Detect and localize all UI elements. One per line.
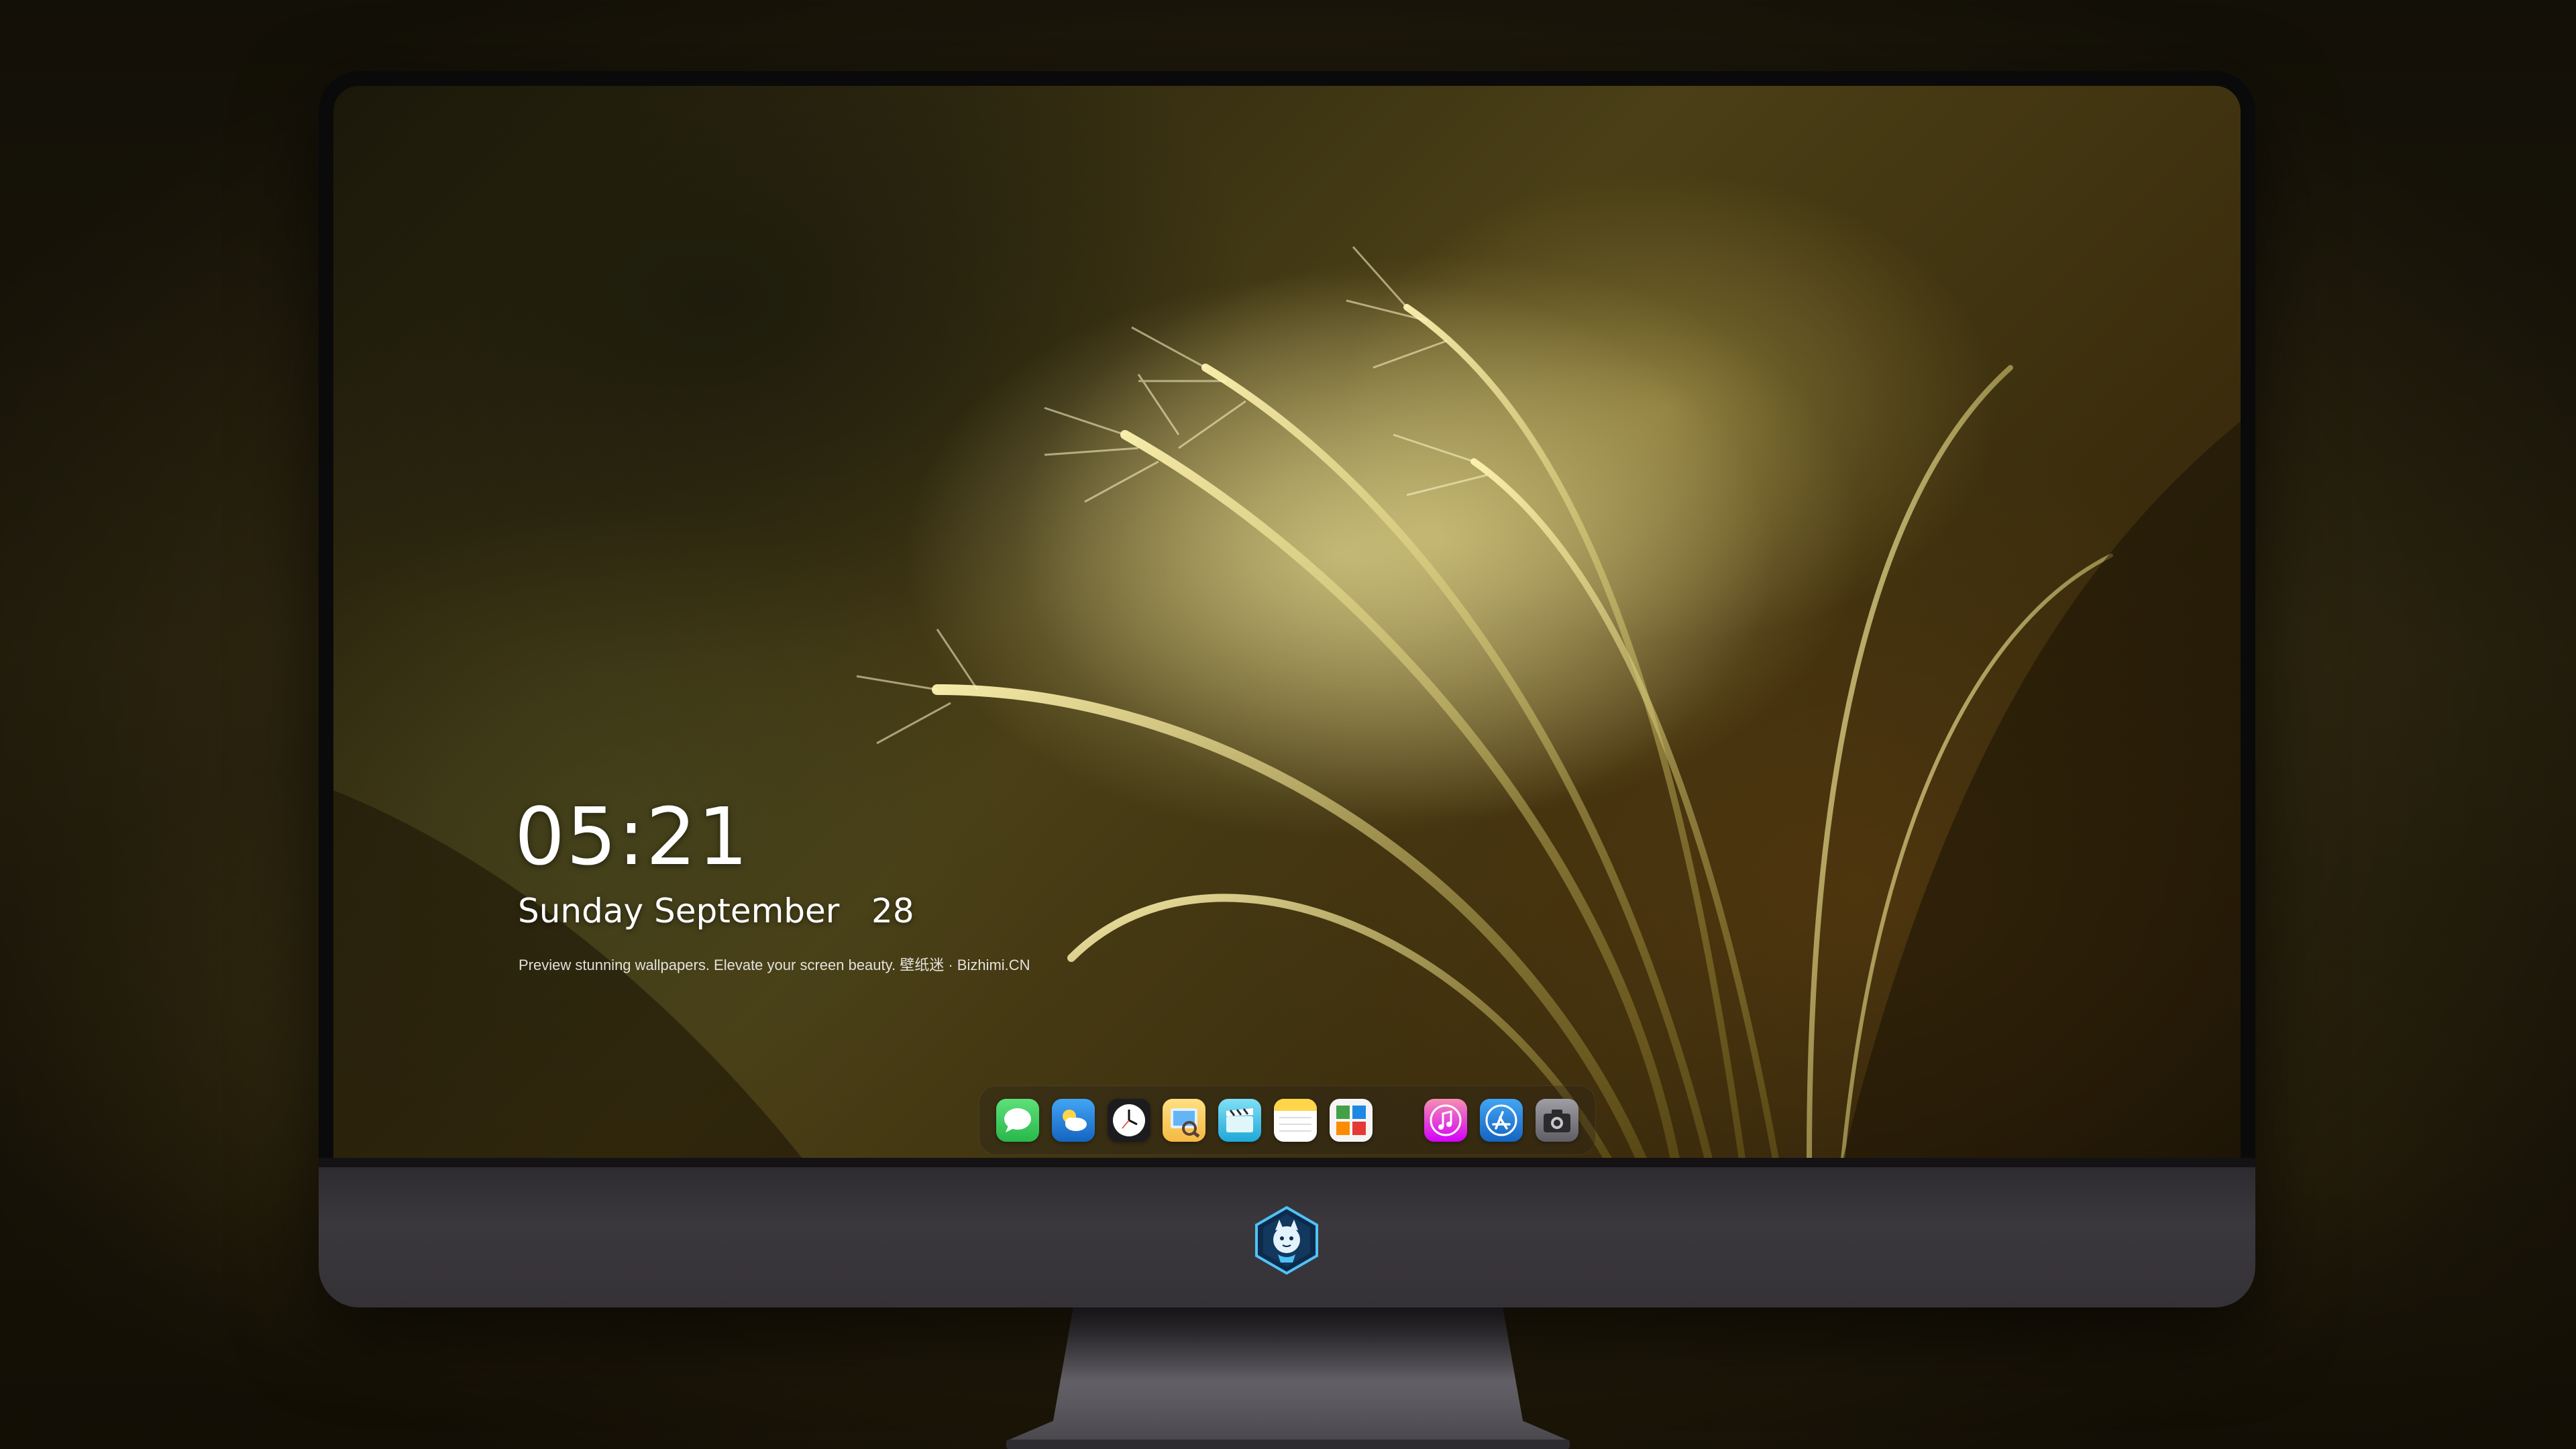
dock-separator xyxy=(1385,1099,1412,1142)
monitor-stand xyxy=(1006,1307,1570,1449)
lock-date: Sunday September 28 xyxy=(518,892,914,930)
app-store-icon[interactable] xyxy=(1480,1099,1523,1142)
desktop-background: 05:21 Sunday September 28 Preview stunni… xyxy=(0,0,2576,1449)
monitor: 05:21 Sunday September 28 Preview stunni… xyxy=(319,71,2255,1307)
lock-clock: 05:21 xyxy=(515,790,750,883)
notes-icon[interactable] xyxy=(1273,1099,1317,1142)
messages-icon[interactable] xyxy=(996,1099,1039,1142)
weather-icon[interactable] xyxy=(1051,1099,1095,1142)
clock-icon[interactable] xyxy=(1107,1099,1150,1142)
photo-booth-icon[interactable] xyxy=(1329,1099,1373,1142)
music-icon[interactable] xyxy=(1424,1099,1468,1142)
wheat-wallpaper xyxy=(333,246,2241,1159)
clips-icon[interactable] xyxy=(1218,1099,1262,1142)
camera-icon[interactable] xyxy=(1535,1099,1578,1142)
wallpaper-tagline: Preview stunning wallpapers. Elevate you… xyxy=(519,957,1030,973)
preview-icon[interactable] xyxy=(1163,1099,1206,1142)
dock xyxy=(979,1085,1596,1155)
lock-screen: 05:21 Sunday September 28 Preview stunni… xyxy=(333,86,2241,1159)
mascot-logo-icon xyxy=(1255,1205,1318,1275)
